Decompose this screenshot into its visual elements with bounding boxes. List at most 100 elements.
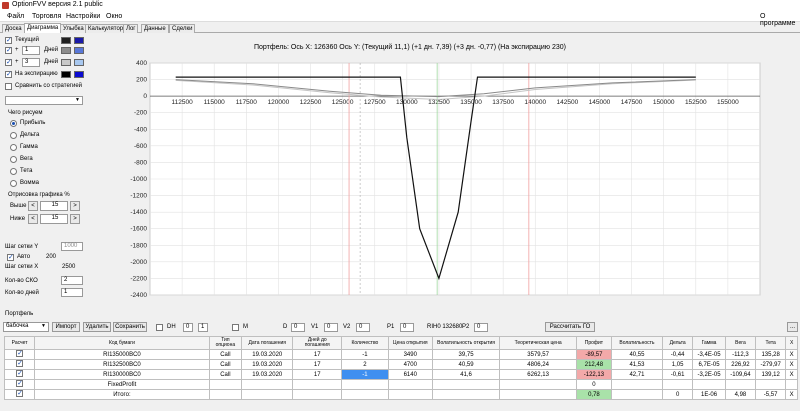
tab-diagram[interactable]: Диаграмма: [24, 23, 62, 33]
days-input[interactable]: 1: [61, 288, 83, 297]
more-button[interactable]: ...: [787, 322, 798, 332]
qty-cell[interactable]: 2: [341, 359, 389, 370]
current-color-swatch[interactable]: [61, 37, 71, 44]
above-decrease-button[interactable]: <: [28, 201, 38, 211]
tab-deals[interactable]: Сделки: [169, 24, 196, 33]
below-input[interactable]: 15: [40, 214, 68, 224]
expiry-alt-color-swatch[interactable]: [74, 71, 84, 78]
row-checkbox[interactable]: [16, 370, 24, 377]
auto-checkbox[interactable]: [7, 253, 14, 261]
radio-delta[interactable]: [10, 132, 17, 139]
calc-cell[interactable]: [3, 389, 36, 400]
open-price-cell[interactable]: 6140: [387, 369, 433, 380]
dh-input-2[interactable]: 1: [198, 323, 208, 332]
calc-cell[interactable]: [3, 349, 36, 360]
sko-input[interactable]: 2: [61, 276, 83, 285]
delete-row-button[interactable]: X: [785, 359, 798, 370]
table-row[interactable]: RI130000BC0 Call 19.03.2020 17 -1 6140 4…: [3, 369, 798, 380]
tab-board[interactable]: Доска: [2, 24, 25, 33]
calc-margin-button[interactable]: Рассчитать ГО: [545, 322, 595, 332]
menu-file[interactable]: Файл: [7, 13, 24, 20]
radio-vomma[interactable]: [10, 180, 17, 187]
strategy-select[interactable]: ▼: [5, 96, 83, 105]
radio-profit[interactable]: [10, 120, 17, 127]
calc-cell[interactable]: [3, 379, 36, 390]
tab-data[interactable]: Данные: [141, 24, 169, 33]
table-row[interactable]: RI132500BC0 Call 19.03.2020 17 2 4700 40…: [3, 359, 798, 370]
calc-cell[interactable]: [3, 369, 36, 380]
plus1-days-input[interactable]: 1: [22, 46, 40, 55]
menu-trading[interactable]: Торговля: [32, 13, 61, 20]
open-vol-cell[interactable]: 41,6: [431, 369, 501, 380]
grid-y-input[interactable]: 1000: [61, 242, 83, 251]
plus1-color-swatch[interactable]: [61, 47, 71, 54]
col-header-expiry-date[interactable]: Дата погашения: [241, 336, 294, 350]
col-header-days-left[interactable]: Дней до погашения: [292, 336, 343, 350]
compare-checkbox[interactable]: [5, 83, 12, 90]
radio-gamma[interactable]: [10, 144, 17, 151]
fixed-profit-checkbox[interactable]: [16, 380, 24, 387]
above-input[interactable]: 15: [40, 201, 68, 211]
row-checkbox[interactable]: [16, 350, 24, 357]
plus3-alt-color-swatch[interactable]: [74, 59, 84, 66]
col-header-delta[interactable]: Дельта: [662, 336, 694, 350]
col-header-type[interactable]: Тип опциона: [208, 336, 243, 350]
v1-input[interactable]: 0: [324, 323, 338, 332]
menu-window[interactable]: Окно: [106, 13, 122, 20]
open-price-cell[interactable]: 4700: [387, 359, 433, 370]
dh-checkbox[interactable]: [156, 324, 163, 331]
col-header-quantity[interactable]: Количество: [341, 336, 389, 350]
row-checkbox[interactable]: [16, 360, 24, 367]
qty-cell[interactable]: -1: [341, 349, 389, 360]
delete-row-button[interactable]: X: [785, 369, 798, 380]
save-button[interactable]: Сохранить: [113, 322, 147, 332]
menu-settings[interactable]: Настройки: [66, 13, 100, 20]
import-button[interactable]: Импорт: [52, 322, 80, 332]
col-header-gamma[interactable]: Гамма: [692, 336, 726, 350]
col-header-vega[interactable]: Вега: [724, 336, 757, 350]
plus3-color-swatch[interactable]: [61, 59, 71, 66]
radio-theta[interactable]: [10, 168, 17, 175]
col-header-open-price[interactable]: Цена открытия: [387, 336, 433, 350]
expiry-checkbox[interactable]: [5, 70, 12, 78]
calc-cell[interactable]: [3, 359, 36, 370]
open-vol-cell[interactable]: 40,59: [431, 359, 501, 370]
col-header-x[interactable]: X: [785, 336, 798, 350]
below-decrease-button[interactable]: <: [28, 214, 38, 224]
table-row[interactable]: RI135000BC0 Call 19.03.2020 17 -1 3490 3…: [3, 349, 798, 360]
plus3-days-input[interactable]: 3: [22, 58, 40, 67]
current-checkbox[interactable]: [5, 36, 12, 44]
col-header-calc[interactable]: Расчет: [3, 336, 36, 350]
col-header-theta[interactable]: Тета: [755, 336, 787, 350]
p2-input[interactable]: 0: [474, 323, 488, 332]
delete-button[interactable]: Удалить: [83, 322, 111, 332]
open-vol-cell[interactable]: 39,75: [431, 349, 501, 360]
tab-log[interactable]: Лог: [123, 24, 139, 33]
total-checkbox[interactable]: [16, 390, 24, 397]
qty-cell[interactable]: -1: [341, 369, 389, 380]
total-delete-button[interactable]: X: [785, 389, 798, 400]
col-header-profit[interactable]: Профит: [576, 336, 612, 350]
p1-input[interactable]: 0: [400, 323, 414, 332]
col-header-open-vol[interactable]: Волатильность открытия: [431, 336, 501, 350]
col-header-theo-price[interactable]: Теоретическая цена: [499, 336, 577, 350]
col-header-code[interactable]: Код бумаги: [34, 336, 210, 350]
current-alt-color-swatch[interactable]: [74, 37, 84, 44]
col-header-volatility[interactable]: Волатильность: [610, 336, 664, 350]
below-increase-button[interactable]: >: [70, 214, 80, 224]
delete-row-button[interactable]: X: [785, 349, 798, 360]
plus3-checkbox[interactable]: [5, 58, 12, 66]
strategy-dropdown[interactable]: бабочка ▼: [3, 322, 49, 332]
tab-calculator[interactable]: Калькулятор: [85, 24, 127, 33]
d-input[interactable]: 0: [291, 323, 305, 332]
plus1-checkbox[interactable]: [5, 46, 12, 54]
expiry-color-swatch[interactable]: [61, 71, 71, 78]
above-increase-button[interactable]: >: [70, 201, 80, 211]
plus1-alt-color-swatch[interactable]: [74, 47, 84, 54]
dh-input-1[interactable]: 0: [183, 323, 193, 332]
payoff-chart[interactable]: Портфель: Ось X: 126360 Ось Y: (Текущий …: [88, 33, 800, 310]
radio-vega[interactable]: [10, 156, 17, 163]
v2-input[interactable]: 0: [356, 323, 370, 332]
tab-smile[interactable]: Улыбка: [60, 24, 87, 33]
open-price-cell[interactable]: 3490: [387, 349, 433, 360]
